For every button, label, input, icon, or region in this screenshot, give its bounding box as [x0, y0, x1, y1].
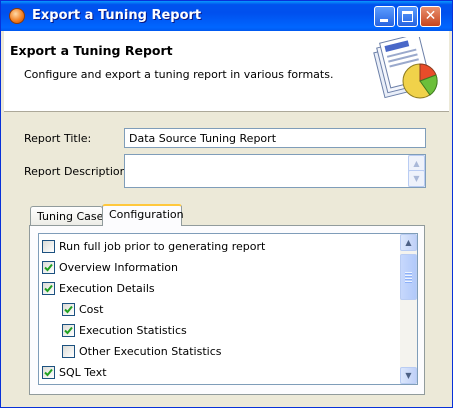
option-cost[interactable]: Cost: [62, 301, 103, 317]
options-scrollbar[interactable]: ▲ ▼: [400, 234, 417, 384]
scroll-thumb[interactable]: [400, 254, 417, 300]
report-description-input[interactable]: ▲ ▼: [124, 154, 426, 188]
option-execution-statistics[interactable]: Execution Statistics: [62, 322, 187, 338]
wizard-header: Export a Tuning Report Configure and exp…: [4, 31, 449, 112]
option-label: Other Execution Statistics: [79, 344, 222, 358]
maximize-icon: [402, 11, 413, 22]
option-execution-details[interactable]: Execution Details: [42, 280, 155, 296]
report-title-label: Report Title:: [24, 132, 92, 145]
check-icon: [44, 284, 53, 292]
option-label: Cost: [79, 302, 104, 316]
configuration-options-list: Run full job prior to generating report …: [38, 233, 418, 385]
report-chart-icon: [373, 37, 438, 99]
checkbox[interactable]: [42, 260, 55, 274]
export-report-dialog: Export a Tuning Report ✕ Export a Tuning…: [0, 0, 453, 408]
option-label: Run full job prior to generating report: [59, 239, 266, 253]
minimize-icon: [380, 19, 388, 22]
maximize-button[interactable]: [397, 6, 418, 27]
check-icon: [64, 326, 73, 334]
checkbox[interactable]: [62, 302, 75, 316]
configuration-panel: Run full job prior to generating report …: [29, 225, 425, 395]
option-label: Execution Details: [59, 281, 155, 295]
checkbox[interactable]: [62, 323, 75, 337]
option-label: Execution Statistics: [79, 323, 187, 337]
header-title: Export a Tuning Report: [10, 43, 173, 58]
description-scrollbar[interactable]: ▲ ▼: [408, 155, 425, 187]
minimize-button[interactable]: [374, 6, 395, 27]
check-icon: [44, 368, 53, 376]
header-description: Configure and export a tuning report in …: [24, 68, 334, 81]
title-bar[interactable]: Export a Tuning Report ✕: [1, 1, 452, 31]
option-sql-text[interactable]: SQL Text: [42, 364, 107, 380]
checkbox[interactable]: [42, 365, 55, 379]
scroll-down-icon[interactable]: ▼: [408, 170, 425, 187]
check-icon: [64, 305, 73, 313]
option-label: Overview Information: [59, 260, 178, 274]
check-icon: [44, 263, 53, 271]
scroll-up-icon[interactable]: ▲: [400, 234, 417, 251]
tab-configuration[interactable]: Configuration: [102, 204, 184, 226]
scroll-down-icon[interactable]: ▼: [400, 367, 417, 384]
report-description-label: Report Description:: [24, 165, 131, 178]
checkbox[interactable]: [42, 281, 55, 295]
report-title-input[interactable]: Data Source Tuning Report: [124, 128, 426, 148]
option-label: SQL Text: [59, 365, 107, 379]
checkbox[interactable]: [62, 344, 75, 358]
close-icon: ✕: [424, 8, 437, 24]
option-overview-information[interactable]: Overview Information: [42, 259, 178, 275]
close-button[interactable]: ✕: [420, 6, 441, 27]
window-title: Export a Tuning Report: [32, 8, 202, 23]
option-other-execution-statistics[interactable]: Other Execution Statistics: [62, 343, 222, 359]
checkbox[interactable]: [42, 239, 55, 253]
option-run-full-job[interactable]: Run full job prior to generating report: [42, 238, 265, 254]
app-icon: [9, 8, 25, 24]
tab-tuning-cases[interactable]: Tuning Cases: [30, 206, 109, 226]
